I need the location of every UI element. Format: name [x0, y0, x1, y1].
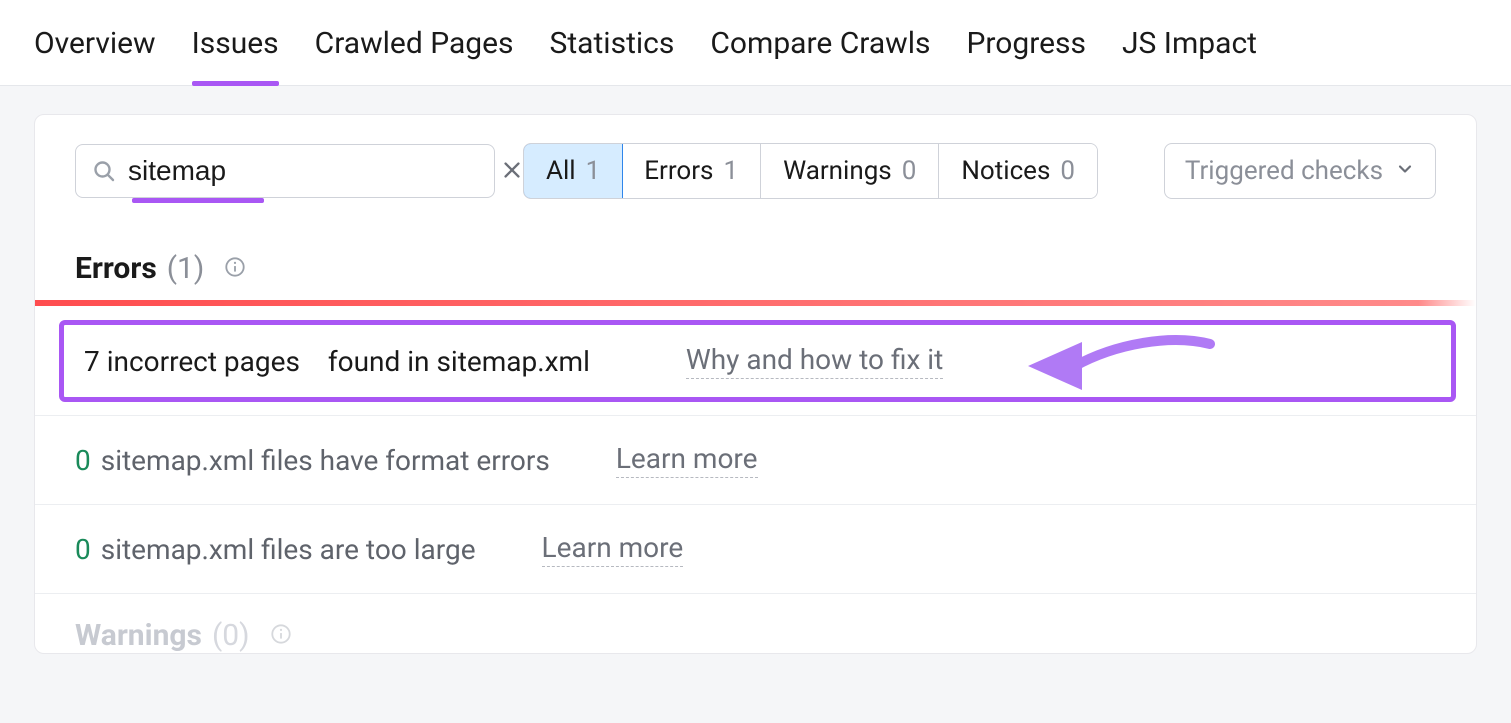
issue-count: 0 [75, 533, 91, 566]
errors-section-header: Errors (1) [35, 199, 1476, 300]
filter-errors[interactable]: Errors 1 [622, 144, 761, 198]
tab-progress[interactable]: Progress [966, 26, 1086, 85]
learn-more-link[interactable]: Learn more [542, 531, 684, 567]
tab-statistics[interactable]: Statistics [550, 26, 675, 85]
dropdown-label: Triggered checks [1185, 156, 1383, 186]
warnings-title: Warnings [75, 618, 202, 653]
learn-more-link[interactable]: Learn more [616, 442, 758, 478]
highlighted-issue: 7 incorrect pages found in sitemap.xml W… [59, 320, 1456, 402]
errors-title: Errors [75, 251, 157, 286]
filter-all-label: All [546, 156, 576, 186]
filter-notices[interactable]: Notices 0 [939, 144, 1097, 198]
search-icon [92, 159, 116, 183]
warnings-count: (0) [212, 618, 250, 653]
info-icon[interactable] [224, 256, 246, 278]
tab-crawled-pages[interactable]: Crawled Pages [315, 26, 514, 85]
issues-panel: All 1 Errors 1 Warnings 0 Notices 0 Trig… [34, 114, 1477, 654]
issue-description: sitemap.xml files have format errors [101, 444, 550, 477]
issue-count: 7 [84, 345, 100, 378]
chevron-down-icon [1395, 156, 1415, 186]
filter-warnings-label: Warnings [783, 156, 892, 186]
filter-segments: All 1 Errors 1 Warnings 0 Notices 0 [523, 143, 1098, 199]
why-and-how-link[interactable]: Why and how to fix it [686, 343, 943, 379]
tab-issues[interactable]: Issues [192, 26, 279, 85]
toolbar: All 1 Errors 1 Warnings 0 Notices 0 Trig… [35, 143, 1476, 199]
filter-errors-count: 1 [723, 156, 738, 186]
filter-errors-label: Errors [644, 156, 713, 186]
tab-compare-crawls[interactable]: Compare Crawls [710, 26, 930, 85]
search-box[interactable] [75, 144, 495, 198]
search-input[interactable] [128, 155, 489, 187]
issue-count: 0 [75, 444, 91, 477]
close-icon [501, 159, 523, 184]
issue-link-text: incorrect pages [107, 345, 300, 378]
filter-notices-label: Notices [961, 156, 1050, 186]
top-tabs: Overview Issues Crawled Pages Statistics… [0, 0, 1511, 86]
issue-description: sitemap.xml files are too large [101, 533, 476, 566]
errors-progress-bar [35, 300, 1476, 306]
warnings-section-header: Warnings (0) [35, 594, 1476, 653]
issue-description: found in sitemap.xml [328, 345, 590, 378]
tab-overview[interactable]: Overview [34, 26, 156, 85]
issue-row[interactable]: 0 sitemap.xml files are too large Learn … [35, 505, 1476, 594]
filter-all-count: 1 [586, 156, 601, 186]
issue-row[interactable]: 0 sitemap.xml files have format errors L… [35, 416, 1476, 505]
triggered-checks-dropdown[interactable]: Triggered checks [1164, 143, 1436, 199]
filter-notices-count: 0 [1060, 156, 1075, 186]
issue-link[interactable]: 7 incorrect pages [84, 345, 300, 378]
tab-js-impact[interactable]: JS Impact [1122, 26, 1257, 85]
filter-warnings-count: 0 [902, 156, 917, 186]
info-icon[interactable] [270, 623, 292, 645]
errors-count: (1) [167, 251, 205, 286]
filter-warnings[interactable]: Warnings 0 [761, 144, 939, 198]
filter-all[interactable]: All 1 [523, 143, 623, 199]
clear-search-button[interactable] [501, 159, 523, 184]
